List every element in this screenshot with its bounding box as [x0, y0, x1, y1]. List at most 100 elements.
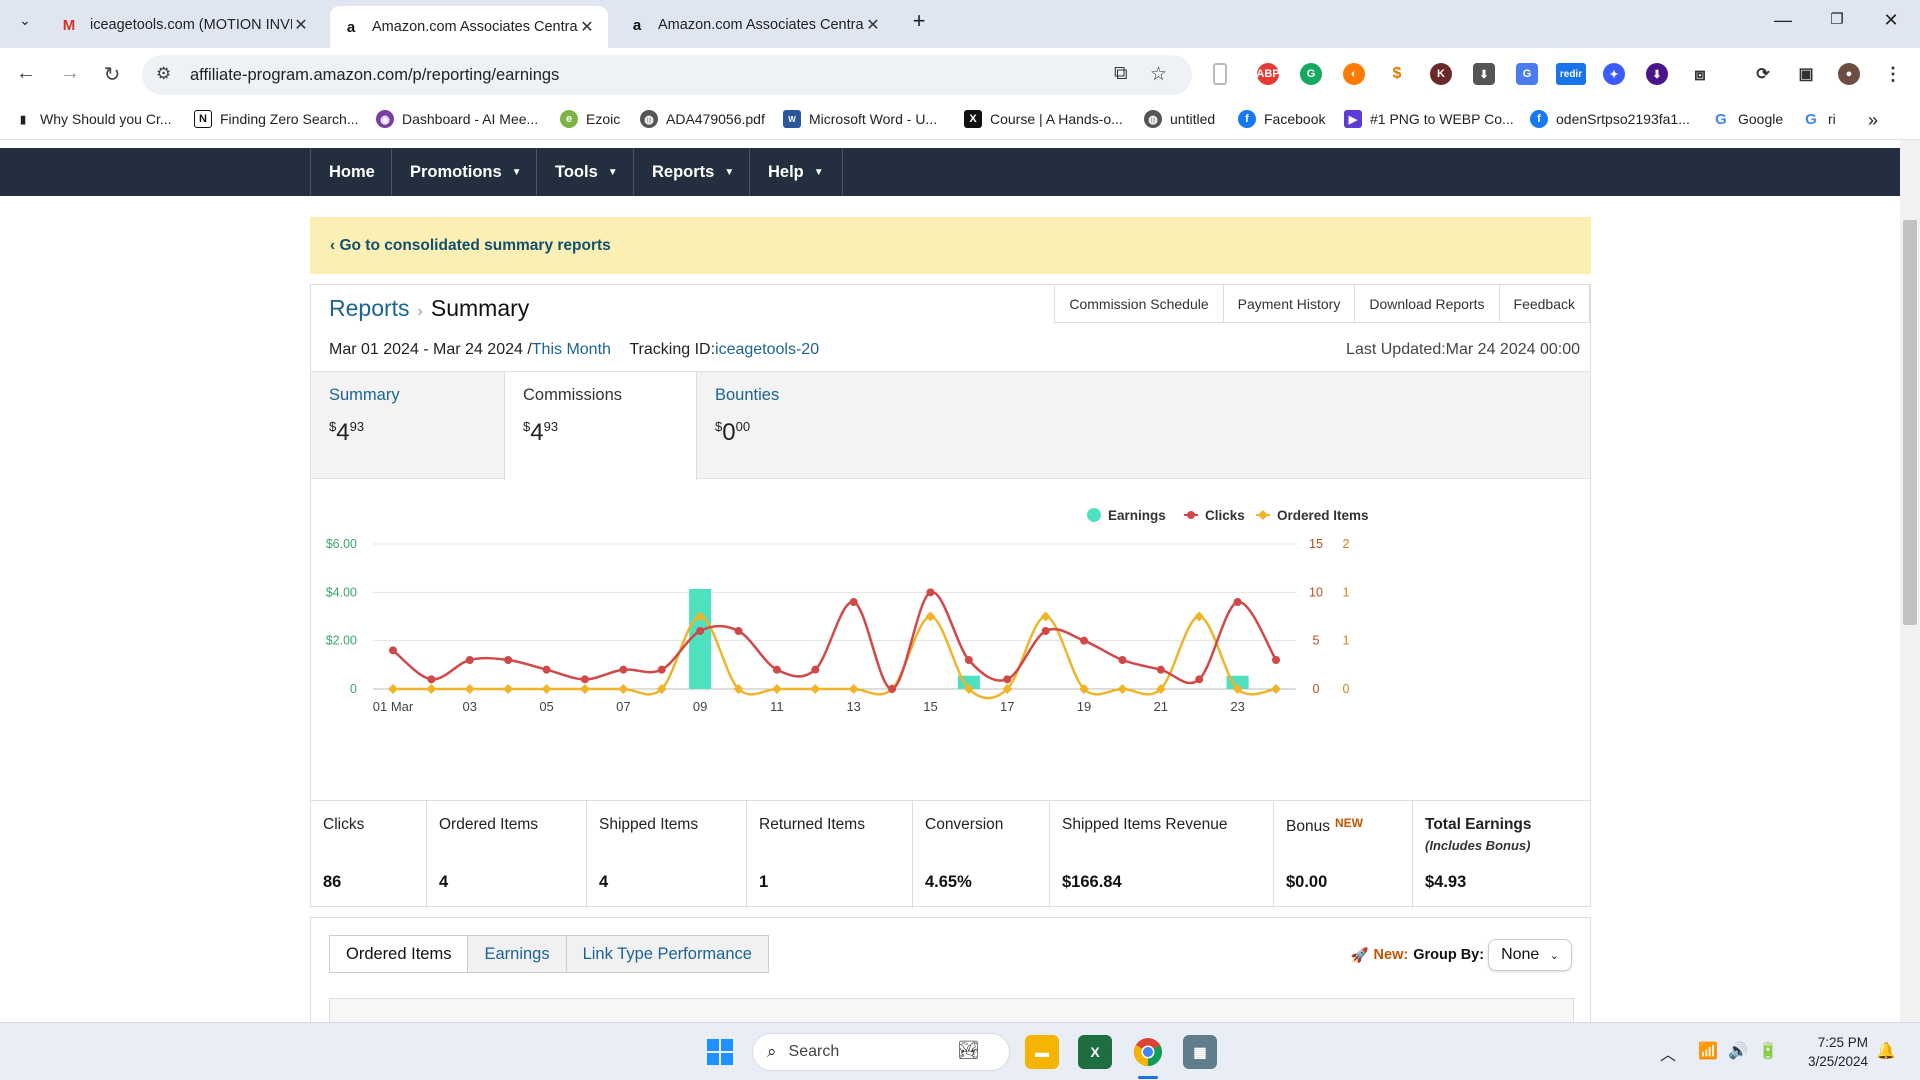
bookmark-item[interactable]: ◍ untitled — [1144, 110, 1215, 128]
extension-icon[interactable] — [1213, 63, 1227, 85]
volume-icon[interactable]: 🔊 — [1728, 1041, 1748, 1061]
profile-avatar[interactable]: ● — [1838, 63, 1860, 85]
tab-ordered-items[interactable]: Ordered Items — [329, 935, 469, 973]
bookmark-item[interactable]: ▮ Why Should you Cr... — [14, 110, 172, 128]
close-tab-icon[interactable]: ✕ — [292, 15, 310, 35]
browser-tab-active[interactable]: a Amazon.com Associates Centra ✕ — [330, 6, 608, 48]
excel-icon[interactable]: X — [1078, 1035, 1112, 1069]
browser-tab[interactable]: a Amazon.com Associates Centra ✕ — [616, 6, 894, 44]
tab-bounties[interactable]: Bounties $000 — [697, 372, 890, 480]
bookmark-item[interactable]: ◉ Dashboard - AI Mee... — [376, 110, 538, 128]
close-tab-icon[interactable]: ✕ — [578, 17, 596, 37]
bookmark-item[interactable]: ▶ #1 PNG to WEBP Co... — [1344, 110, 1514, 128]
nav-label: Home — [329, 162, 375, 181]
this-month-link[interactable]: This Month — [532, 341, 611, 358]
bookmark-item[interactable]: G Google — [1712, 110, 1783, 128]
battery-icon[interactable]: 🔋 — [1758, 1041, 1778, 1061]
download-ext-icon[interactable]: ⬇ — [1473, 63, 1495, 85]
tab-commissions[interactable]: Commissions $493 — [504, 372, 697, 491]
taskbar-search[interactable]: ⌕ Search 🏞 — [752, 1033, 1010, 1071]
extensions-puzzle-icon[interactable]: ⧈ — [1689, 63, 1711, 85]
bookmark-star-icon[interactable]: ☆ — [1150, 63, 1167, 86]
new-tab-icon[interactable]: + — [904, 8, 934, 34]
bookmark-item[interactable]: N Finding Zero Search... — [194, 110, 359, 128]
tray-chevron-icon[interactable]: ︿ — [1660, 1041, 1676, 1065]
adblock-icon[interactable]: ABP — [1256, 63, 1280, 85]
clicks-point — [888, 685, 897, 693]
consolidated-reports-banner[interactable]: ‹ Go to consolidated summary reports — [310, 217, 1591, 274]
scrollbar-thumb[interactable] — [1903, 220, 1917, 625]
redirect-ext-icon[interactable]: redir — [1556, 63, 1586, 85]
breadcrumb-reports-link[interactable]: Reports — [329, 295, 410, 321]
open-external-icon[interactable]: ⧉ — [1114, 63, 1128, 85]
back-icon[interactable]: ← — [12, 62, 40, 85]
menu-kebab-icon[interactable]: ⋮ — [1882, 63, 1904, 85]
nav-tools[interactable]: Tools ▼ — [536, 148, 636, 196]
extension-icon[interactable]: $ — [1386, 63, 1408, 85]
payment-history-link[interactable]: Payment History — [1224, 285, 1356, 322]
site-settings-icon[interactable]: ⚙ — [156, 64, 171, 84]
nav-home[interactable]: Home — [310, 148, 393, 196]
wifi-icon[interactable]: 📶 — [1698, 1041, 1718, 1061]
reload-icon[interactable]: ↻ — [98, 62, 126, 87]
notification-bell-icon[interactable]: 🔔 — [1876, 1041, 1896, 1061]
more-bookmarks-icon[interactable]: » — [1868, 110, 1878, 131]
performance-icon[interactable]: ⟳ — [1752, 63, 1774, 85]
close-tab-icon[interactable]: ✕ — [864, 15, 882, 35]
url-bar[interactable]: ⚙ affiliate-program.amazon.com/p/reporti… — [142, 55, 1192, 95]
amount-cents: 93 — [543, 419, 559, 434]
tab-search-icon[interactable]: ⌄ — [10, 12, 40, 29]
feedback-link[interactable]: Feedback — [1500, 285, 1590, 322]
clock-date: 3/25/2024 — [1807, 1054, 1868, 1069]
translate-icon[interactable]: G — [1516, 63, 1538, 85]
close-window-icon[interactable]: ✕ — [1876, 10, 1906, 31]
bookmark-item[interactable]: W Microsoft Word - U... — [783, 110, 937, 128]
bookmark-item[interactable]: f odenSrtpso2193fa1... — [1530, 110, 1690, 128]
minimize-icon[interactable]: — — [1768, 10, 1798, 31]
ordered-items-point — [1271, 684, 1281, 694]
file-explorer-icon[interactable]: ▬ — [1025, 1035, 1059, 1069]
tab-link-type-performance[interactable]: Link Type Performance — [566, 935, 769, 973]
bookmarks-bar: ▮ Why Should you Cr... N Finding Zero Sear… — [0, 102, 1920, 140]
x-tick-label: 07 — [616, 699, 630, 714]
caret-down-icon: ▼ — [724, 166, 735, 178]
chrome-icon[interactable] — [1131, 1035, 1165, 1069]
extension-icon[interactable]: ⬇ — [1646, 63, 1668, 85]
legend-swatch — [1187, 511, 1195, 519]
extension-icon[interactable]: ✦ — [1603, 63, 1625, 85]
browser-tab[interactable]: M iceagetools.com (MOTION INVE ✕ — [48, 6, 322, 44]
extension-icon[interactable]: ◐ — [1343, 63, 1365, 85]
calculator-icon[interactable]: ▦ — [1183, 1035, 1217, 1069]
metric-bonus: Bonus NEW $0.00 — [1274, 801, 1413, 908]
bookmark-item[interactable]: X Course | A Hands-o... — [964, 110, 1123, 128]
windows-start-icon[interactable] — [703, 1035, 737, 1069]
grammarly-icon[interactable]: G — [1300, 63, 1322, 85]
bookmark-item[interactable]: f Facebook — [1238, 110, 1325, 128]
commission-schedule-link[interactable]: Commission Schedule — [1055, 285, 1224, 322]
tab-earnings[interactable]: Earnings — [468, 935, 567, 973]
metric-returned-items: Returned Items 1 — [747, 801, 913, 908]
clicks-point — [849, 598, 858, 606]
google-icon: G — [1802, 110, 1820, 128]
ordered-items-point — [925, 611, 936, 622]
banner-link[interactable]: ‹ Go to consolidated summary reports — [330, 237, 611, 255]
system-clock[interactable]: 7:25 PM 3/25/2024 — [1808, 1033, 1868, 1071]
extension-icon[interactable]: K — [1430, 63, 1452, 85]
tab-summary[interactable]: Summary $493 — [311, 372, 504, 480]
y-left-tick-label: $6.00 — [326, 537, 357, 551]
download-reports-link[interactable]: Download Reports — [1355, 285, 1500, 322]
bookmark-item[interactable]: Gri — [1802, 110, 1836, 128]
group-by-select[interactable]: None ⌄ — [1488, 939, 1572, 971]
nav-promotions[interactable]: Promotions ▼ — [391, 148, 540, 196]
ordered-items-point — [503, 684, 514, 694]
restore-icon[interactable]: ❐ — [1822, 10, 1852, 28]
gmail-icon: M — [62, 16, 76, 34]
nav-help[interactable]: Help ▼ — [749, 148, 843, 196]
tracking-id-link[interactable]: iceagetools-20 — [715, 341, 819, 358]
bookmark-item[interactable]: ◍ ADA479056.pdf — [640, 110, 765, 128]
clicks-point — [1041, 627, 1050, 635]
nav-reports[interactable]: Reports ▼ — [633, 148, 752, 196]
forward-icon[interactable]: → — [56, 62, 84, 85]
side-panel-icon[interactable]: ▣ — [1795, 63, 1817, 85]
bookmark-item[interactable]: e Ezoic — [560, 110, 620, 128]
